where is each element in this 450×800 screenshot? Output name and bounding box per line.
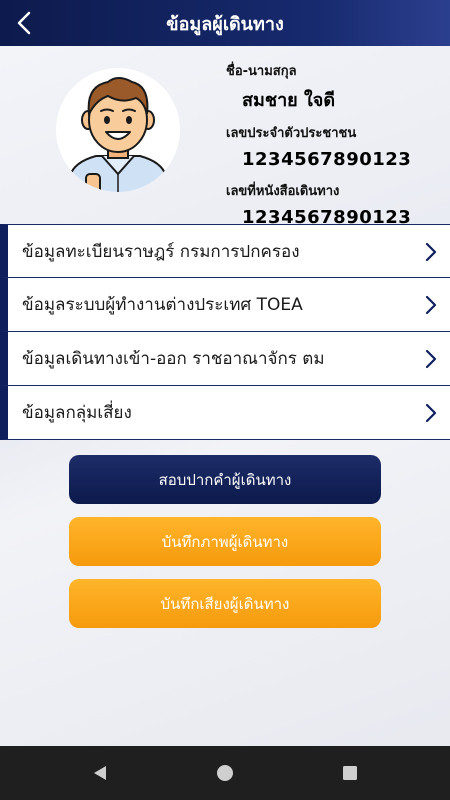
menu-item-label: ข้อมูลเดินทางเข้า-ออก ราชอาณาจักร ตม (22, 349, 325, 369)
page-title: ข้อมูลผู้เดินทาง (166, 13, 284, 35)
menu-item-label: ข้อมูลระบบผู้ทำงานต่างประเทศ TOEA (22, 295, 303, 315)
nav-recents-icon[interactable] (340, 763, 360, 783)
back-button[interactable] (6, 4, 42, 42)
passport-label: เลขที่หนังสือเดินทาง (226, 184, 340, 199)
menu-item-immigration[interactable]: ข้อมูลเดินทางเข้า-ออก ราชอาณาจักร ตม (0, 332, 450, 386)
record-photo-button[interactable]: บันทึกภาพผู้เดินทาง (69, 517, 381, 566)
profile-section: ชื่อ-นามสกุล สมชาย ใจดี เลขประจำตัวประชา… (0, 46, 450, 228)
menu-item-toea[interactable]: ข้อมูลระบบผู้ทำงานต่างประเทศ TOEA (0, 278, 450, 332)
chevron-right-icon (425, 295, 437, 315)
system-nav-bar (0, 746, 450, 800)
app-bar: ข้อมูลผู้เดินทาง (0, 0, 450, 46)
id-label: เลขประจำตัวประชาชน (226, 126, 357, 141)
interview-button[interactable]: สอบปากคำผู้เดินทาง (69, 455, 381, 504)
menu-item-civil-registration[interactable]: ข้อมูลทะเบียนราษฎร์ กรมการปกครอง (0, 224, 450, 278)
record-audio-button[interactable]: บันทึกเสียงผู้เดินทาง (69, 579, 381, 628)
nav-home-icon[interactable] (215, 763, 235, 783)
name-value: สมชาย ใจดี (242, 90, 336, 111)
chevron-left-icon (17, 11, 31, 35)
menu-item-risk-group[interactable]: ข้อมูลกลุ่มเสี่ยง (0, 386, 450, 440)
menu-item-label: ข้อมูลกลุ่มเสี่ยง (22, 403, 132, 423)
info-menu: ข้อมูลทะเบียนราษฎร์ กรมการปกครอง ข้อมูลร… (0, 224, 450, 440)
nav-back-icon[interactable] (90, 763, 110, 783)
profile-info: ชื่อ-นามสกุล สมชาย ใจดี เลขประจำตัวประชา… (226, 60, 411, 238)
chevron-right-icon (425, 349, 437, 369)
menu-item-label: ข้อมูลทะเบียนราษฎร์ กรมการปกครอง (22, 241, 300, 262)
man-avatar-icon (56, 68, 180, 192)
chevron-right-icon (425, 403, 437, 423)
chevron-right-icon (425, 242, 437, 262)
name-label: ชื่อ-นามสกุล (226, 64, 297, 79)
id-value: 1234567890123 (242, 149, 412, 170)
